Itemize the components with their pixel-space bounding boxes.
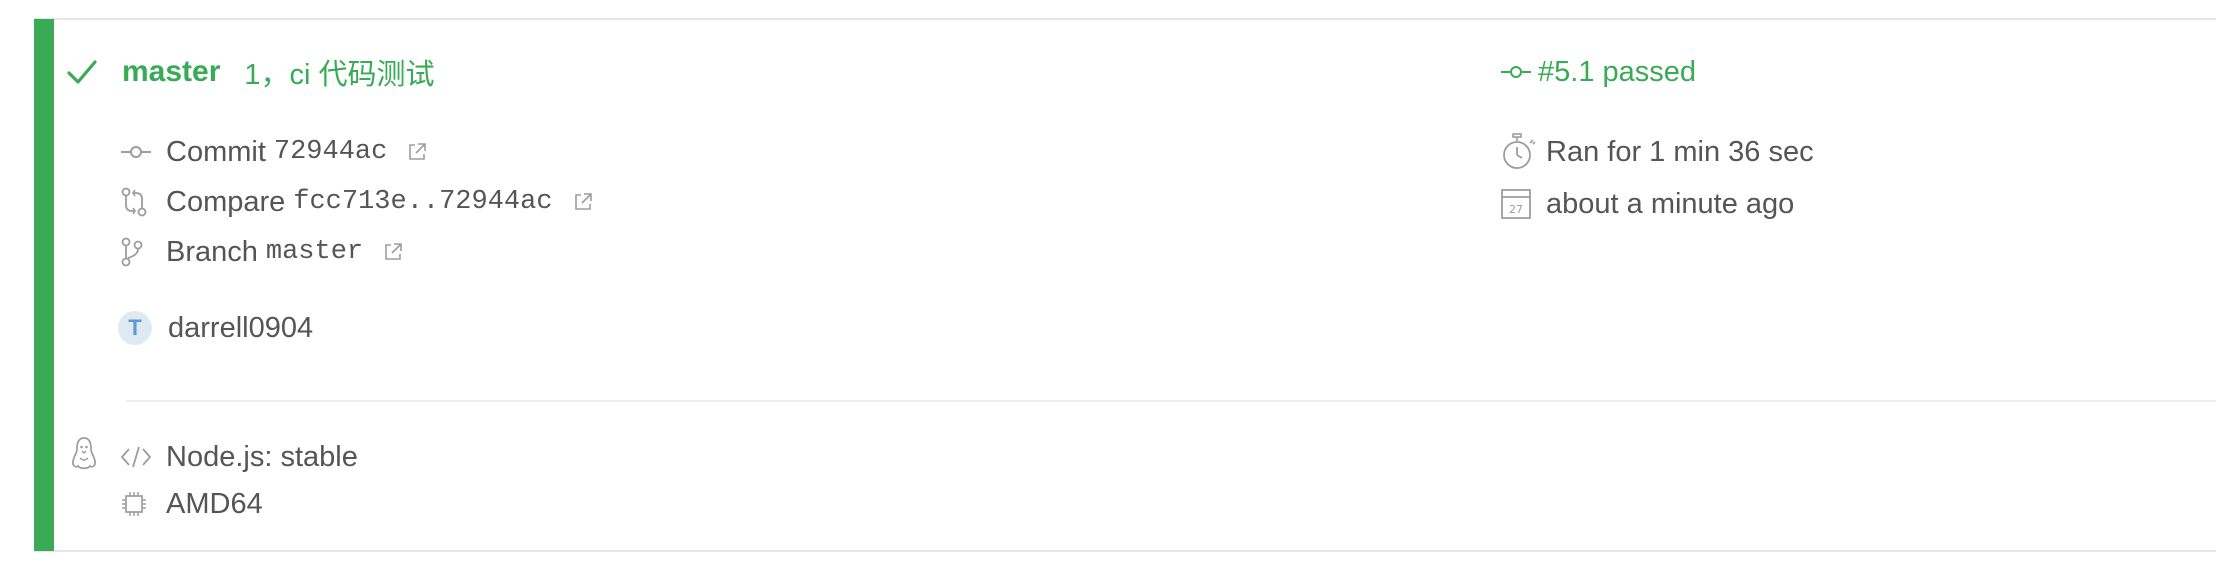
branch-name: master: [265, 237, 364, 267]
external-link-icon[interactable]: [383, 242, 403, 262]
build-number-status: #5.1 passed: [1538, 55, 1697, 88]
calendar-icon: 27: [1500, 188, 1536, 220]
commit-icon: [1500, 62, 1532, 82]
svg-text:27: 27: [1509, 203, 1523, 216]
branch-row[interactable]: Branch master: [120, 232, 403, 272]
external-link-icon[interactable]: [573, 192, 593, 212]
arch-row: AMD64: [120, 484, 263, 524]
section-divider: [126, 400, 2216, 402]
passed-status-bar: [34, 19, 54, 551]
external-link-icon[interactable]: [407, 142, 427, 162]
arch-text: AMD64: [166, 487, 263, 520]
branch-title-link[interactable]: master: [122, 55, 220, 89]
compare-icon: [120, 187, 154, 217]
cpu-icon: [120, 490, 154, 518]
author-row: T darrell0904: [118, 308, 313, 348]
commit-label: Commit: [166, 135, 266, 168]
language-text: Node.js: stable: [166, 440, 358, 473]
check-icon: [66, 56, 98, 88]
build-status[interactable]: #5.1 passed: [1500, 52, 1696, 92]
build-header: master 1，ci 代码测试: [122, 50, 435, 94]
language-row: Node.js: stable: [120, 437, 358, 477]
duration-text: Ran for 1 min 36 sec: [1546, 135, 1814, 168]
commit-icon: [120, 142, 154, 162]
duration-row: Ran for 1 min 36 sec: [1500, 130, 1814, 174]
linux-tux-icon: [70, 436, 98, 472]
compare-label: Compare: [166, 185, 286, 218]
compare-row[interactable]: Compare fcc713e..72944ac: [120, 182, 593, 222]
commit-sha: 72944ac: [273, 137, 388, 167]
finished-text: about a minute ago: [1546, 187, 1795, 220]
compare-range: fcc713e..72944ac: [293, 187, 553, 217]
stopwatch-icon: [1500, 133, 1536, 171]
commit-row[interactable]: Commit 72944ac: [120, 132, 427, 172]
branch-label: Branch: [166, 235, 258, 268]
author-name: darrell0904: [168, 311, 314, 344]
avatar-letter: T: [128, 315, 142, 340]
commit-message: 1，ci 代码测试: [244, 59, 435, 91]
finished-row: 27 about a minute ago: [1500, 182, 1794, 226]
avatar: T: [118, 311, 152, 345]
code-icon: [120, 445, 154, 469]
branch-icon: [120, 237, 154, 267]
build-card: [34, 18, 2216, 552]
